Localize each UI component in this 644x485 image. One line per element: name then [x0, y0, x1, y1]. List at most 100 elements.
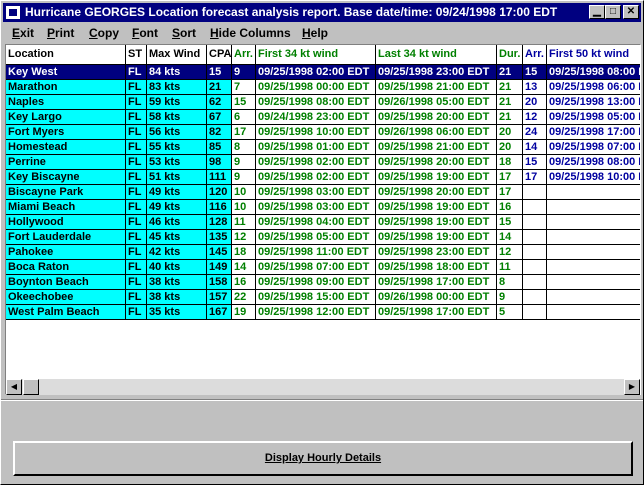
- cell-first-34kt: 09/25/1998 02:00 EDT: [256, 65, 376, 80]
- cell-arrival-34: 18: [232, 245, 256, 260]
- menu-exit[interactable]: Exit: [12, 26, 34, 40]
- cell-max-wind: 59 kts: [147, 95, 207, 110]
- cell-last-34kt: 09/26/1998 05:00 EDT: [376, 95, 497, 110]
- menu-font[interactable]: Font: [132, 26, 158, 40]
- menu-help[interactable]: Help: [302, 26, 328, 40]
- cell-state: FL: [126, 275, 147, 290]
- cell-first-50kt: [547, 200, 640, 215]
- cell-location: Key West: [6, 65, 126, 80]
- column-header-cpa[interactable]: CPA: [207, 45, 232, 65]
- cell-max-wind: 38 kts: [147, 290, 207, 305]
- cell-first-34kt: 09/25/1998 12:00 EDT: [256, 305, 376, 320]
- cell-first-50kt: [547, 245, 640, 260]
- cell-last-34kt: 09/25/1998 19:00 EDT: [376, 200, 497, 215]
- cell-last-34kt: 09/25/1998 20:00 EDT: [376, 185, 497, 200]
- menu-copy[interactable]: Copy: [89, 26, 119, 40]
- cell-arrival-50: 17: [523, 170, 547, 185]
- cell-state: FL: [126, 110, 147, 125]
- cell-location: Fort Lauderdale: [6, 230, 126, 245]
- cell-first-50kt: 09/25/1998 08:00 EDT: [547, 155, 640, 170]
- column-header-state[interactable]: ST: [126, 45, 147, 65]
- window-title: Hurricane GEORGES Location forecast anal…: [25, 5, 558, 19]
- cell-duration: 5: [497, 305, 523, 320]
- cell-location: Miami Beach: [6, 200, 126, 215]
- cell-first-34kt: 09/24/1998 23:00 EDT: [256, 110, 376, 125]
- forecast-grid[interactable]: Location ST Max Wind CPA Arr. First 34 kt win…: [5, 44, 641, 395]
- cell-first-34kt: 09/25/1998 15:00 EDT: [256, 290, 376, 305]
- cell-arrival-50: [523, 230, 547, 245]
- cell-cpa: 135: [207, 230, 232, 245]
- cell-state: FL: [126, 260, 147, 275]
- cell-first-34kt: 09/25/1998 03:00 EDT: [256, 185, 376, 200]
- column-header-first-34kt[interactable]: First 34 kt wind: [256, 45, 376, 65]
- menu-bar: Exit Print Copy Font Sort Hide Columns H…: [3, 23, 641, 42]
- scroll-thumb[interactable]: [23, 379, 39, 395]
- cell-duration: 15: [497, 215, 523, 230]
- column-header-location[interactable]: Location: [6, 45, 126, 65]
- cell-max-wind: 40 kts: [147, 260, 207, 275]
- cell-cpa: 62: [207, 95, 232, 110]
- cell-first-34kt: 09/25/1998 07:00 EDT: [256, 260, 376, 275]
- cell-arrival-50: 15: [523, 155, 547, 170]
- scroll-right-button[interactable]: ▶: [624, 379, 640, 395]
- cell-location: Marathon: [6, 80, 126, 95]
- cell-arrival-34: 22: [232, 290, 256, 305]
- column-header-duration[interactable]: Dur.: [497, 45, 523, 65]
- cell-max-wind: 46 kts: [147, 215, 207, 230]
- menu-print[interactable]: Print: [47, 26, 74, 40]
- cell-first-34kt: 09/25/1998 11:00 EDT: [256, 245, 376, 260]
- cell-state: FL: [126, 155, 147, 170]
- minimize-button[interactable]: ▁: [589, 5, 605, 19]
- cell-location: Key Biscayne: [6, 170, 126, 185]
- cell-cpa: 120: [207, 185, 232, 200]
- cell-arrival-34: 15: [232, 95, 256, 110]
- column-header-last-34kt[interactable]: Last 34 kt wind: [376, 45, 497, 65]
- cell-first-50kt: 09/25/1998 05:00 EDT: [547, 110, 640, 125]
- cell-duration: 11: [497, 260, 523, 275]
- column-header-arrival-34[interactable]: Arr.: [232, 45, 256, 65]
- cell-first-34kt: 09/25/1998 08:00 EDT: [256, 95, 376, 110]
- cell-state: FL: [126, 95, 147, 110]
- cell-first-50kt: 09/25/1998 13:00 EDT: [547, 95, 640, 110]
- title-bar[interactable]: Hurricane GEORGES Location forecast anal…: [3, 3, 641, 22]
- scroll-left-button[interactable]: ◀: [6, 379, 22, 395]
- close-button[interactable]: ✕: [623, 5, 639, 19]
- cell-cpa: 145: [207, 245, 232, 260]
- column-header-first-50kt[interactable]: First 50 kt wind: [547, 45, 640, 65]
- app-icon[interactable]: [6, 6, 20, 19]
- menu-hide-columns[interactable]: Hide Columns: [210, 26, 291, 40]
- cell-cpa: 21: [207, 80, 232, 95]
- cell-arrival-50: 12: [523, 110, 547, 125]
- cell-arrival-34: 6: [232, 110, 256, 125]
- cell-location: Boca Raton: [6, 260, 126, 275]
- cell-first-34kt: 09/25/1998 03:00 EDT: [256, 200, 376, 215]
- column-header-arrival-50[interactable]: Arr.: [523, 45, 547, 65]
- cell-cpa: 15: [207, 65, 232, 80]
- cell-arrival-50: [523, 215, 547, 230]
- separator: [1, 399, 643, 401]
- cell-cpa: 128: [207, 215, 232, 230]
- cell-max-wind: 55 kts: [147, 140, 207, 155]
- cell-state: FL: [126, 185, 147, 200]
- cell-arrival-50: [523, 185, 547, 200]
- cell-first-50kt: 09/25/1998 06:00 EDT: [547, 80, 640, 95]
- cell-max-wind: 84 kts: [147, 65, 207, 80]
- cell-max-wind: 42 kts: [147, 245, 207, 260]
- cell-max-wind: 49 kts: [147, 200, 207, 215]
- cell-location: Homestead: [6, 140, 126, 155]
- display-hourly-details-button[interactable]: Display Hourly Details: [13, 441, 633, 476]
- cell-duration: 17: [497, 170, 523, 185]
- column-header-max-wind[interactable]: Max Wind: [147, 45, 207, 65]
- menu-sort[interactable]: Sort: [172, 26, 196, 40]
- cell-last-34kt: 09/25/1998 20:00 EDT: [376, 110, 497, 125]
- cell-state: FL: [126, 245, 147, 260]
- horizontal-scrollbar[interactable]: ◀ ▶: [6, 379, 640, 395]
- cell-max-wind: 35 kts: [147, 305, 207, 320]
- maximize-button[interactable]: □: [605, 5, 621, 19]
- cell-state: FL: [126, 200, 147, 215]
- cell-arrival-34: 11: [232, 215, 256, 230]
- cell-first-50kt: [547, 260, 640, 275]
- cell-duration: 21: [497, 65, 523, 80]
- cell-cpa: 98: [207, 155, 232, 170]
- cell-last-34kt: 09/25/1998 17:00 EDT: [376, 305, 497, 320]
